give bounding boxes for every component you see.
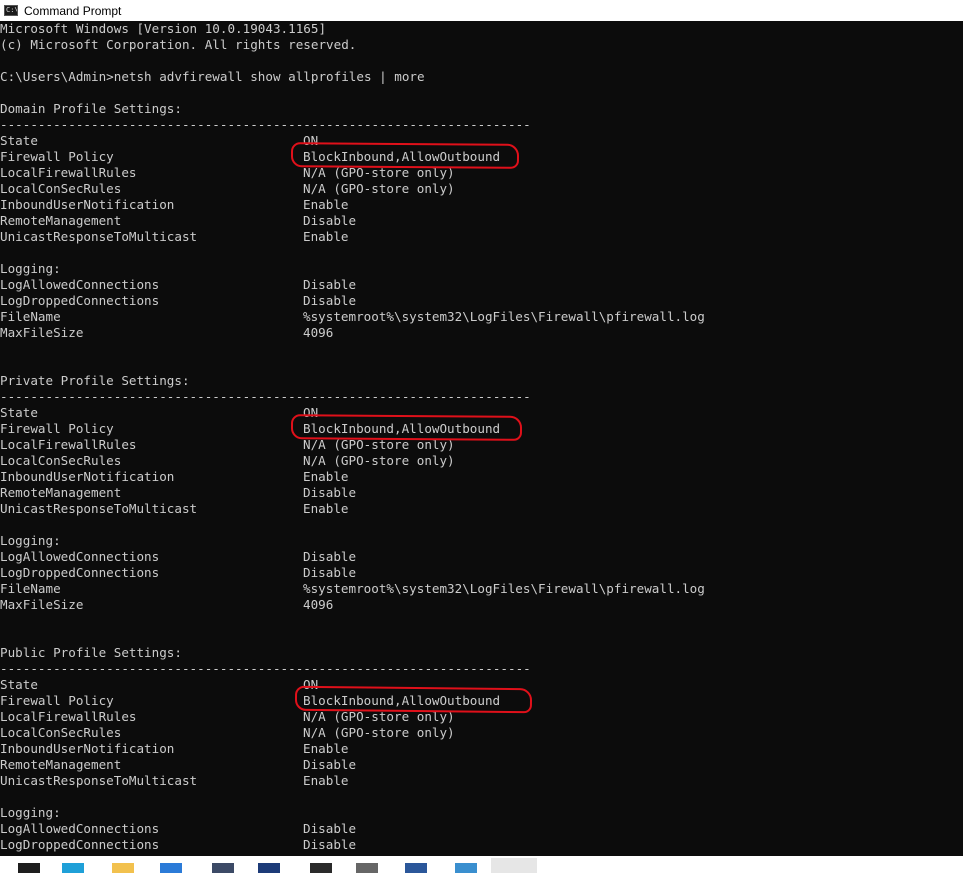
setting-key: UnicastResponseToMulticast — [0, 501, 198, 516]
logging-value: Disable — [303, 549, 357, 564]
setting-value: Enable — [303, 773, 349, 788]
setting-key: State — [0, 677, 38, 692]
setting-key: UnicastResponseToMulticast — [0, 773, 198, 788]
setting-key: InboundUserNotification — [0, 197, 175, 212]
red-highlight-annotation — [290, 414, 523, 441]
setting-key: LocalFirewallRules — [0, 709, 137, 724]
setting-key: Firewall Policy — [0, 149, 114, 164]
logging-value: %systemroot%\system32\LogFiles\Firewall\… — [303, 581, 705, 596]
app-icon[interactable] — [455, 863, 477, 873]
setting-key: LocalConSecRules — [0, 453, 122, 468]
logging-key: LogAllowedConnections — [0, 821, 160, 836]
logging-key: LogAllowedConnections — [0, 549, 160, 564]
edge-icon[interactable] — [62, 863, 84, 873]
setting-key: RemoteManagement — [0, 213, 122, 228]
setting-value: N/A (GPO-store only) — [303, 725, 455, 740]
setting-value: Enable — [303, 197, 349, 212]
logging-value: 4096 — [303, 597, 334, 612]
console-line: Microsoft Windows [Version 10.0.19043.11… — [0, 21, 327, 36]
setting-value: Disable — [303, 485, 357, 500]
setting-key: RemoteManagement — [0, 757, 122, 772]
separator-line: ----------------------------------------… — [0, 117, 531, 132]
logging-key: LogDroppedConnections — [0, 565, 160, 580]
logging-value: Disable — [303, 277, 357, 292]
logging-heading: Logging: — [0, 805, 61, 820]
setting-key: UnicastResponseToMulticast — [0, 229, 198, 244]
logging-key: LogAllowedConnections — [0, 277, 160, 292]
logging-key: LogDroppedConnections — [0, 837, 160, 852]
logging-value: Disable — [303, 565, 357, 580]
setting-key: State — [0, 133, 38, 148]
terminal-icon[interactable] — [310, 863, 332, 873]
console-output[interactable]: Microsoft Windows [Version 10.0.19043.11… — [0, 21, 963, 856]
windows-start-icon[interactable] — [18, 863, 40, 873]
setting-key: Firewall Policy — [0, 693, 114, 708]
logging-value: Disable — [303, 837, 357, 852]
red-highlight-annotation — [294, 685, 533, 714]
logging-value: 4096 — [303, 325, 334, 340]
setting-key: LocalConSecRules — [0, 181, 122, 196]
setting-key: InboundUserNotification — [0, 469, 175, 484]
setting-value: Disable — [303, 757, 357, 772]
logging-key: FileName — [0, 581, 61, 596]
setting-key: LocalConSecRules — [0, 725, 122, 740]
powershell-icon[interactable] — [258, 863, 280, 873]
setting-value: Enable — [303, 741, 349, 756]
separator-line: ----------------------------------------… — [0, 661, 531, 676]
setting-key: Firewall Policy — [0, 421, 114, 436]
word-icon[interactable] — [405, 863, 427, 873]
vscode-icon[interactable] — [160, 863, 182, 873]
logging-value: Disable — [303, 821, 357, 836]
logging-heading: Logging: — [0, 533, 61, 548]
setting-value: Disable — [303, 213, 357, 228]
logging-key: MaxFileSize — [0, 597, 84, 612]
setting-value: Enable — [303, 229, 349, 244]
separator-line: ----------------------------------------… — [0, 389, 531, 404]
logging-key: MaxFileSize — [0, 325, 84, 340]
setting-value: N/A (GPO-store only) — [303, 181, 455, 196]
profile-heading: Private Profile Settings: — [0, 373, 190, 388]
setting-key: InboundUserNotification — [0, 741, 175, 756]
setting-value: N/A (GPO-store only) — [303, 453, 455, 468]
taskbar — [0, 856, 963, 873]
setting-key: LocalFirewallRules — [0, 437, 137, 452]
command-prompt-icon[interactable] — [491, 858, 537, 873]
profile-heading: Domain Profile Settings: — [0, 101, 182, 116]
app-icon[interactable] — [212, 863, 234, 873]
logging-value: Disable — [303, 293, 357, 308]
profile-heading: Public Profile Settings: — [0, 645, 182, 660]
setting-key: LocalFirewallRules — [0, 165, 137, 180]
setting-value: Enable — [303, 501, 349, 516]
logging-key: FileName — [0, 309, 61, 324]
setting-key: State — [0, 405, 38, 420]
file-explorer-icon[interactable] — [112, 863, 134, 873]
command-line: C:\Users\Admin>netsh advfirewall show al… — [0, 69, 425, 84]
red-highlight-annotation — [290, 142, 520, 169]
setting-value: Enable — [303, 469, 349, 484]
command-prompt-icon: C:\ — [4, 5, 18, 16]
logging-heading: Logging: — [0, 261, 61, 276]
app-icon[interactable] — [356, 863, 378, 873]
window-title: Command Prompt — [24, 3, 122, 18]
setting-key: RemoteManagement — [0, 485, 122, 500]
title-bar: C:\ Command Prompt — [0, 0, 963, 21]
logging-value: %systemroot%\system32\LogFiles\Firewall\… — [303, 309, 705, 324]
logging-key: LogDroppedConnections — [0, 293, 160, 308]
console-line: (c) Microsoft Corporation. All rights re… — [0, 37, 357, 52]
